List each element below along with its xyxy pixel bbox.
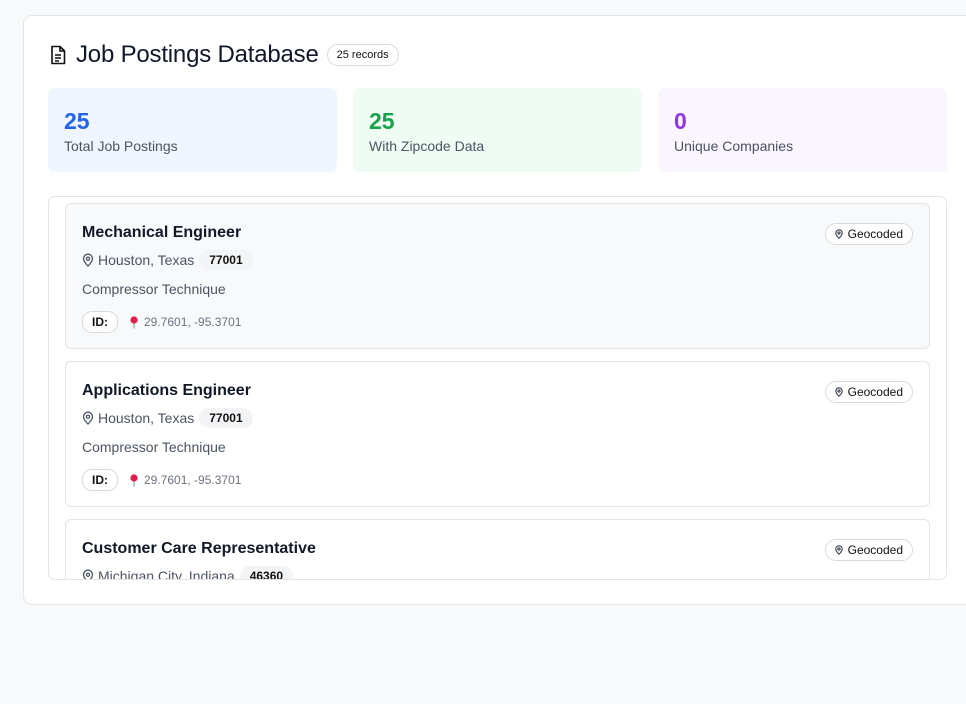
job-title: Customer Care Representative: [82, 540, 316, 557]
geocoded-badge: Geocoded: [824, 539, 913, 561]
geocoded-label: Geocoded: [847, 385, 903, 399]
id-badge: ID:: [82, 469, 118, 491]
stat-label: Unique Companies: [674, 138, 794, 154]
zip-badge: 46360: [239, 566, 294, 579]
map-pin-icon: [82, 569, 94, 579]
location-text: Houston, Texas: [98, 410, 195, 426]
coordinates-text: 29.7601, -95.3701: [144, 315, 242, 329]
company-name: Compressor Technique: [82, 281, 226, 297]
page-header: Job Postings Database 25 records: [49, 40, 399, 70]
stat-unique-companies: 0 Unique Companies: [658, 88, 947, 172]
job-meta: ID: 29.7601, -95.3701: [82, 469, 241, 491]
stat-label: Total Job Postings: [64, 138, 178, 154]
records-count-badge: 25 records: [326, 44, 399, 66]
stat-with-zipcode: 25 With Zipcode Data: [353, 88, 642, 172]
company-name: Compressor Technique: [82, 439, 226, 455]
coordinates: 29.7601, -95.3701: [129, 473, 241, 487]
stat-value: 0: [674, 108, 687, 134]
job-title: Mechanical Engineer: [82, 224, 242, 241]
job-list-content: Mechanical Engineer Houston, Texas 77001…: [65, 203, 931, 580]
job-postings-card: Job Postings Database 25 records 25 Tota…: [23, 15, 966, 605]
map-pin-icon: [82, 411, 94, 425]
location-text: Michigan City, Indiana: [98, 568, 235, 580]
job-card[interactable]: Customer Care Representative Michigan Ci…: [65, 519, 930, 580]
coordinates: 29.7601, -95.3701: [129, 315, 241, 329]
job-location: Michigan City, Indiana 46360: [82, 566, 294, 580]
job-location: Houston, Texas 77001: [82, 408, 253, 428]
location-text: Houston, Texas: [98, 252, 195, 268]
stat-total-postings: 25 Total Job Postings: [48, 88, 337, 172]
coordinates-text: 29.7601, -95.3701: [144, 473, 242, 487]
job-title: Applications Engineer: [82, 382, 251, 399]
location-marker-icon: [834, 545, 843, 555]
location-marker-icon: [834, 229, 843, 239]
geocoded-badge: Geocoded: [824, 223, 913, 245]
stat-value: 25: [369, 108, 395, 134]
zip-badge: 77001: [199, 408, 253, 428]
job-location: Houston, Texas 77001: [82, 250, 253, 270]
stat-label: With Zipcode Data: [369, 138, 485, 154]
id-badge: ID:: [82, 311, 118, 333]
job-list[interactable]: Mechanical Engineer Houston, Texas 77001…: [48, 196, 947, 580]
geocoded-badge: Geocoded: [824, 381, 913, 403]
pushpin-icon: [129, 315, 139, 329]
stat-value: 25: [64, 108, 90, 134]
document-icon: [49, 45, 67, 65]
map-pin-icon: [82, 253, 94, 267]
job-meta: ID: 29.7601, -95.3701: [82, 311, 241, 333]
geocoded-label: Geocoded: [847, 227, 903, 241]
job-card[interactable]: Mechanical Engineer Houston, Texas 77001…: [65, 203, 930, 349]
pushpin-icon: [129, 473, 139, 487]
stats-row: 25 Total Job Postings 25 With Zipcode Da…: [48, 88, 947, 172]
zip-badge: 77001: [199, 250, 253, 270]
job-card[interactable]: Applications Engineer Houston, Texas 770…: [65, 361, 930, 507]
location-marker-icon: [834, 387, 843, 397]
page-title: Job Postings Database: [76, 41, 319, 68]
geocoded-label: Geocoded: [847, 543, 903, 557]
